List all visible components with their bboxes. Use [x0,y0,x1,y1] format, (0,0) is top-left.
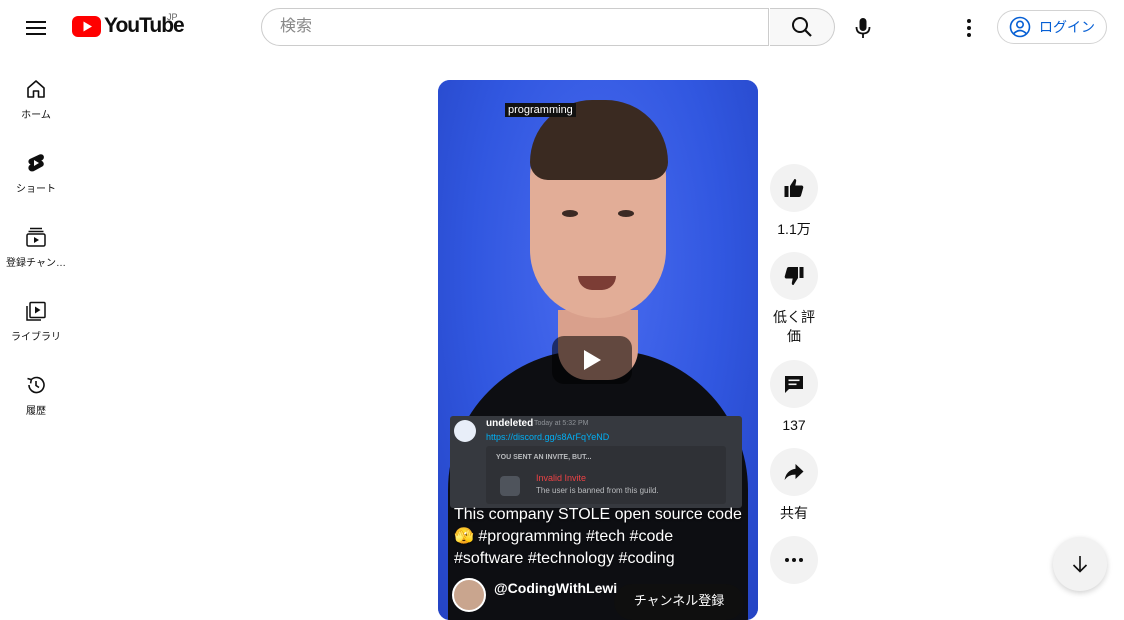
discord-invite-box: YOU SENT AN INVITE, BUT... Invalid Invit… [486,446,726,504]
region-label: JP [167,12,178,22]
sidebar-item-label: 履歴 [26,406,46,417]
subscribe-button[interactable]: チャンネル登録 [614,584,744,620]
more-actions-button[interactable] [770,536,818,584]
discord-guild-icon [500,476,520,496]
sidebar-item-library[interactable]: ライブラリ [0,286,72,360]
presenter-eye-left [562,210,578,217]
discord-invite-link: https://discord.gg/s8ArFqYeND [486,432,610,442]
video-title[interactable]: This company STOLE open source code 🫣 #p… [454,504,746,570]
more-horiz-icon [785,558,803,562]
sidebar-item-label: ホーム [21,110,51,121]
discord-invite-heading: YOU SENT AN INVITE, BUT... [496,454,592,461]
subscriptions-icon [26,227,46,247]
presenter-eye-right [618,210,634,217]
topic-tag: programming [505,103,576,117]
sidebar-item-label: ライブラリ [11,332,61,343]
dislike-button[interactable] [770,252,818,300]
share-icon [784,464,804,480]
like-button[interactable] [770,164,818,212]
like-action: 1.1万 [770,164,818,239]
sidebar-item-history[interactable]: 履歴 [0,360,72,434]
search-icon [792,17,812,37]
search-button[interactable] [770,8,835,46]
search-field[interactable] [261,8,769,46]
discord-username: undeleted [486,418,534,429]
comment-action: 137 [770,360,818,435]
sidebar: ホーム ショート 登録チャン… ライブラリ 履歴 [0,64,72,434]
comment-icon [785,376,803,393]
comments-button[interactable] [770,360,818,408]
discord-message-overlay: undeleted Today at 5:32 PM https://disco… [450,416,742,508]
channel-name[interactable]: @CodingWithLewi [494,580,617,596]
play-icon [584,350,601,370]
play-button[interactable] [552,336,632,384]
hamburger-icon [26,21,46,35]
youtube-play-logo-icon [72,15,101,37]
microphone-icon [855,18,871,38]
dislike-action: 低く評価 [770,252,818,346]
sidebar-item-home[interactable]: ホーム [0,64,72,138]
shorts-icon [28,154,44,172]
thumb-up-icon [784,179,804,197]
share-label: 共有 [780,505,808,521]
thumb-down-icon [784,267,804,285]
login-button[interactable]: ログイン [997,10,1107,44]
voice-search-button[interactable] [843,8,883,48]
library-icon [26,301,46,321]
discord-avatar [454,420,476,442]
channel-info[interactable]: @CodingWithLewi [452,578,617,612]
dislike-label: 低く評価 [773,309,815,344]
share-action: 共有 [770,448,818,523]
share-button[interactable] [770,448,818,496]
sidebar-item-label: ショート [16,184,56,195]
arrow-down-icon [1072,556,1088,573]
sidebar-item-label: 登録チャン… [6,258,66,269]
more-action [770,536,818,584]
settings-menu-button[interactable] [952,10,986,46]
channel-avatar[interactable] [452,578,486,612]
login-label: ログイン [1039,19,1095,35]
more-vert-icon [967,19,971,37]
sidebar-item-shorts[interactable]: ショート [0,138,72,212]
shorts-video-player[interactable]: programming undeleted Today at 5:32 PM h… [438,80,758,620]
like-count: 1.1万 [777,221,811,237]
comment-count: 137 [782,417,806,433]
discord-invalid-label: Invalid Invite [536,473,587,483]
history-icon [27,376,45,394]
search-input[interactable] [278,17,768,37]
sidebar-item-subscriptions[interactable]: 登録チャン… [0,212,72,286]
discord-timestamp: Today at 5:32 PM [534,420,589,427]
discord-banned-text: The user is banned from this guild. [536,486,659,495]
account-circle-icon [1009,16,1031,38]
home-icon [27,80,45,98]
next-video-button[interactable] [1053,537,1107,591]
menu-button[interactable] [18,10,54,46]
